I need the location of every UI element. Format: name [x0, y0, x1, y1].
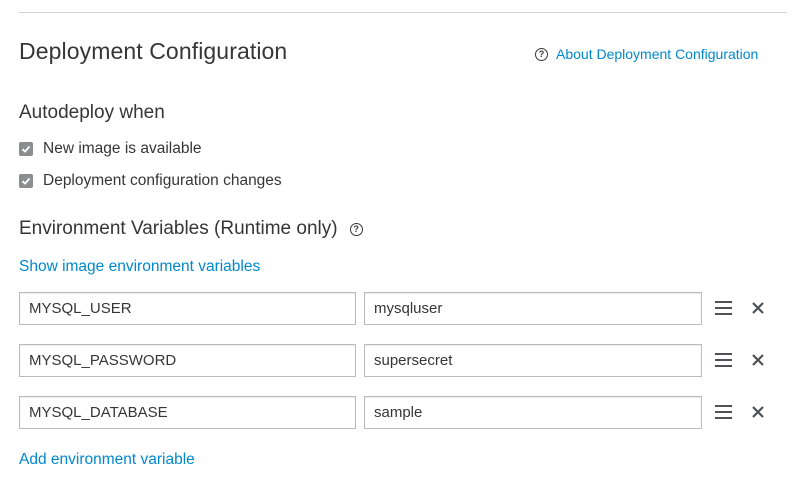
- about-deployment-config-link[interactable]: ? About Deployment Configuration: [535, 46, 758, 62]
- close-icon: [752, 354, 764, 366]
- remove-env-var-button[interactable]: [750, 352, 766, 368]
- autodeploy-option-new-image[interactable]: New image is available: [19, 140, 202, 158]
- checkmark-icon: [21, 145, 31, 153]
- deployment-config-page: Deployment Configuration ? About Deploym…: [0, 0, 800, 486]
- close-icon: [752, 302, 764, 314]
- add-env-var-link[interactable]: Add environment variable: [19, 451, 195, 469]
- env-var-name-input[interactable]: [19, 344, 356, 377]
- env-var-value-input[interactable]: [364, 292, 702, 325]
- remove-env-var-button[interactable]: [750, 300, 766, 316]
- remove-env-var-button[interactable]: [750, 404, 766, 420]
- checkmark-icon: [21, 177, 31, 185]
- config-change-label: Deployment configuration changes: [43, 172, 282, 189]
- env-var-name-input[interactable]: [19, 396, 356, 429]
- env-var-name-input[interactable]: [19, 292, 356, 325]
- env-var-row: [19, 292, 779, 326]
- close-icon: [752, 406, 764, 418]
- env-vars-title: Environment Variables (Runtime only) ?: [19, 218, 363, 240]
- drag-handle-icon[interactable]: [715, 405, 732, 419]
- autodeploy-title: Autodeploy when: [19, 102, 165, 123]
- env-var-value-input[interactable]: [364, 344, 702, 377]
- section-title: Deployment Configuration: [19, 38, 288, 64]
- section-divider: [19, 12, 787, 13]
- drag-handle-icon[interactable]: [715, 353, 732, 367]
- env-var-value-input[interactable]: [364, 396, 702, 429]
- env-var-row: [19, 396, 779, 430]
- show-image-env-vars-link[interactable]: Show image environment variables: [19, 258, 260, 276]
- drag-handle-icon[interactable]: [715, 301, 732, 315]
- question-circle-icon: ?: [535, 47, 548, 61]
- config-change-checkbox[interactable]: [19, 174, 33, 188]
- env-vars-title-text: Environment Variables (Runtime only): [19, 218, 338, 239]
- new-image-checkbox[interactable]: [19, 142, 33, 156]
- new-image-label: New image is available: [43, 140, 202, 157]
- env-var-row: [19, 344, 779, 378]
- about-deployment-config-label: About Deployment Configuration: [556, 46, 759, 62]
- autodeploy-option-config-change[interactable]: Deployment configuration changes: [19, 172, 282, 190]
- question-circle-icon[interactable]: ?: [349, 222, 363, 236]
